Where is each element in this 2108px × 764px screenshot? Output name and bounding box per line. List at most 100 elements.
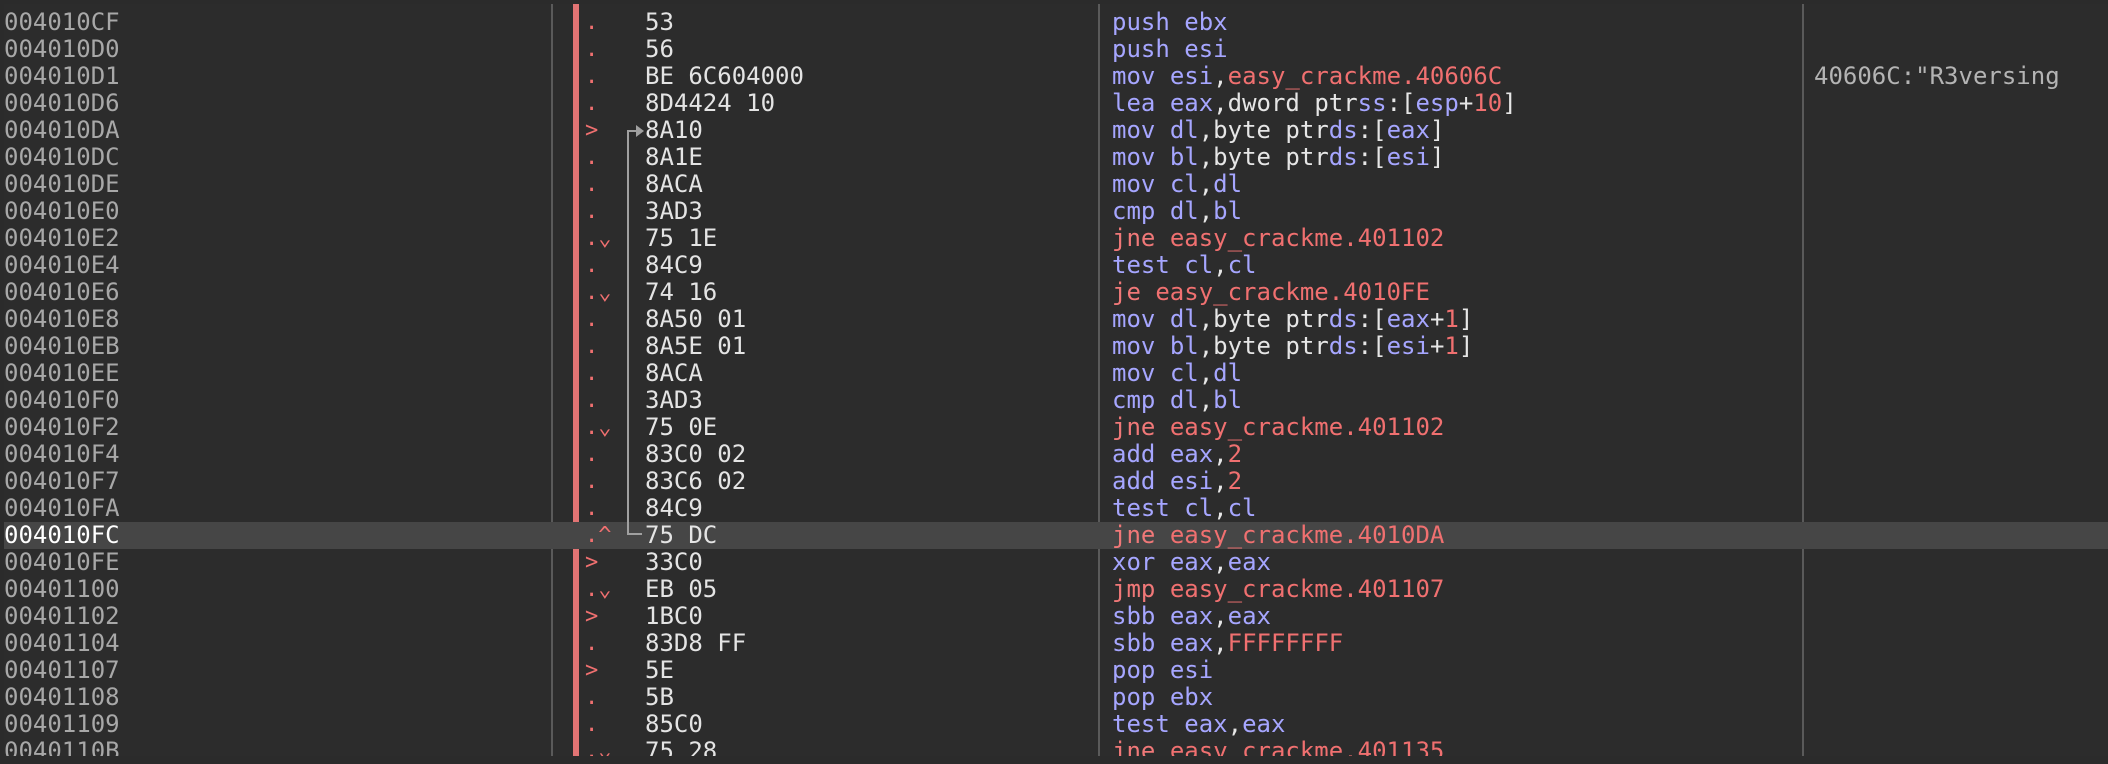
- instruction-row[interactable]: 0040110B .⌄ 75 28 jne easy_crackme.401135: [4, 738, 2108, 757]
- operand-txt: :[: [1357, 305, 1387, 333]
- instruction-row[interactable]: 004010F4. 83C0 02 add eax,2: [4, 441, 2108, 468]
- flow-marker: .: [585, 469, 599, 494]
- operand-seg: ss: [1357, 89, 1387, 117]
- operand-txt: ,byte ptr: [1198, 332, 1329, 360]
- address: 004010D6: [4, 89, 120, 117]
- instruction-row[interactable]: 004010DC. 8A1E mov bl,byte ptrds:[esi]: [4, 144, 2108, 171]
- instruction-row[interactable]: 004010DA >8A10 mov dl,byte ptrds:[eax]: [4, 117, 2108, 144]
- address: 004010D1: [4, 62, 120, 90]
- address: 004010D0: [4, 35, 120, 63]
- mnemonic: jne: [1112, 413, 1156, 441]
- mnemonic: sbb: [1112, 629, 1156, 657]
- instruction-row[interactable]: 004010EB. 8A5E 01 mov bl,byte ptrds:[esi+1…: [4, 333, 2108, 360]
- operand-txt: ,byte ptr: [1198, 116, 1329, 144]
- instruction-row[interactable]: 004010FA. 84C9 test cl,cl: [4, 495, 2108, 522]
- operand-txt: ,: [1198, 170, 1214, 198]
- flow-marker: .: [585, 253, 599, 278]
- disassembly: je easy_crackme.4010FE: [1112, 279, 1430, 306]
- operand-txt: ,dword ptr: [1213, 89, 1358, 117]
- operand-txt: +: [1429, 332, 1445, 360]
- flow-marker: .: [585, 442, 599, 467]
- operand-seg: ds: [1328, 332, 1358, 360]
- address: 004010EE: [4, 359, 120, 387]
- mnemonic: pop: [1112, 683, 1156, 711]
- operand-reg: dl: [1169, 197, 1199, 225]
- operand-txt: :[: [1357, 332, 1387, 360]
- disassembly: add eax,2: [1112, 441, 1242, 468]
- disassembly: sbb eax,FFFFFFFF: [1112, 630, 1343, 657]
- mnemonic: add: [1112, 467, 1156, 495]
- flow-marker: .: [585, 388, 599, 413]
- flow-marker: .: [585, 631, 599, 656]
- operand-reg: eax: [1386, 116, 1430, 144]
- disassembly: jne easy_crackme.401102: [1112, 414, 1444, 441]
- flow-marker: >: [585, 550, 599, 575]
- operand-txt: ,: [1213, 494, 1228, 522]
- instruction-row[interactable]: 004010E2 .⌄ 75 1E jne easy_crackme.401102: [4, 225, 2108, 252]
- disassembly: pop esi: [1112, 657, 1213, 684]
- address: 00401108: [4, 683, 120, 711]
- disassembly-view[interactable]: 004010CF. 53 push ebx 004010D0. 56 push esi 00…: [4, 4, 2108, 756]
- mnemonic: mov: [1112, 62, 1156, 90]
- operand-seg: ds: [1328, 143, 1358, 171]
- instruction-row[interactable]: 004010F2 .⌄ 75 0E jne easy_crackme.401102: [4, 414, 2108, 441]
- operand-reg: ebx: [1169, 683, 1214, 711]
- disassembly: cmp dl,bl: [1112, 387, 1242, 414]
- instruction-row[interactable]: 004010EE. 8ACA mov cl,dl: [4, 360, 2108, 387]
- instruction-row[interactable]: 004010F7. 83C6 02 add esi,2: [4, 468, 2108, 495]
- instruction-row[interactable]: 004010CF. 53 push ebx: [4, 9, 2108, 36]
- instruction-row[interactable]: 00401109. 85C0 test eax,eax: [4, 711, 2108, 738]
- address: 004010FA: [4, 494, 120, 522]
- operand-reg: eax: [1227, 548, 1271, 576]
- instruction-row[interactable]: 00401100 .⌄ EB 05 jmp easy_crackme.401107: [4, 576, 2108, 603]
- mnemonic: test: [1112, 251, 1170, 279]
- address: 004010EB: [4, 332, 120, 360]
- operand-num: easy_crackme.401102: [1169, 413, 1445, 441]
- disassembly: lea eax,dword ptrss:[esp+10]: [1112, 90, 1517, 117]
- flow-marker: .: [585, 361, 599, 386]
- operand-txt: :[: [1357, 116, 1387, 144]
- operand-reg: esi: [1169, 467, 1214, 495]
- operand-reg: esp: [1415, 89, 1459, 117]
- instruction-row[interactable]: 004010E6 .⌄ 74 16 je easy_crackme.4010FE: [4, 279, 2108, 306]
- address: 004010DA: [4, 116, 120, 144]
- disassembly: mov cl,dl: [1112, 360, 1242, 387]
- operand-txt: ]: [1502, 89, 1517, 117]
- flow-marker: .: [585, 199, 599, 224]
- address: 00401102: [4, 602, 120, 630]
- instruction-row[interactable]: 004010F0. 3AD3 cmp dl,bl: [4, 387, 2108, 414]
- instruction-row[interactable]: 00401104. 83D8 FF sbb eax,FFFFFFFF: [4, 630, 2108, 657]
- flow-marker: .: [585, 10, 599, 35]
- disassembly: cmp dl,bl: [1112, 198, 1242, 225]
- operand-txt: ,: [1198, 197, 1214, 225]
- address: 00401100: [4, 575, 120, 603]
- instruction-row[interactable]: 00401107 >5E pop esi: [4, 657, 2108, 684]
- instruction-row[interactable]: 004010DE. 8ACA mov cl,dl: [4, 171, 2108, 198]
- instruction-row[interactable]: 00401102 >1BC0 sbb eax,eax: [4, 603, 2108, 630]
- instruction-row[interactable]: 00401108. 5B pop ebx: [4, 684, 2108, 711]
- operand-reg: bl: [1169, 143, 1199, 171]
- mnemonic: mov: [1112, 359, 1156, 387]
- mnemonic: mov: [1112, 143, 1156, 171]
- instruction-row[interactable]: 004010D6. 8D4424 10 lea eax,dword ptrss:[e…: [4, 90, 2108, 117]
- mnemonic: cmp: [1112, 197, 1156, 225]
- instruction-row[interactable]: 004010D0. 56 push esi: [4, 36, 2108, 63]
- flow-marker: .: [585, 496, 599, 521]
- instruction-row[interactable]: 004010D1. BE 6C604000 mov esi,easy_crackme…: [4, 63, 2108, 90]
- instruction-row[interactable]: 004010FE >33C0 xor eax,eax: [4, 549, 2108, 576]
- operand-txt: +: [1458, 89, 1474, 117]
- loop-jump-path: [627, 130, 642, 535]
- instruction-row[interactable]: 004010E4. 84C9 test cl,cl: [4, 252, 2108, 279]
- disassembly: xor eax,eax: [1112, 549, 1271, 576]
- operand-txt: ,: [1198, 359, 1214, 387]
- address: 004010E0: [4, 197, 120, 225]
- instruction-row[interactable]: 004010E0. 3AD3 cmp dl,bl: [4, 198, 2108, 225]
- operand-reg: cl: [1184, 494, 1214, 522]
- address: 004010F2: [4, 413, 120, 441]
- operand-txt: ,: [1213, 440, 1228, 468]
- jump-arrow-line: [627, 125, 644, 535]
- operand-num: 2: [1227, 467, 1243, 495]
- instruction-row[interactable]: 004010E8. 8A50 01 mov dl,byte ptrds:[eax+1…: [4, 306, 2108, 333]
- instruction-row[interactable]: 004010FC .^ 75 DC jne easy_crackme.4010DA: [4, 522, 2108, 549]
- operand-reg: bl: [1213, 386, 1243, 414]
